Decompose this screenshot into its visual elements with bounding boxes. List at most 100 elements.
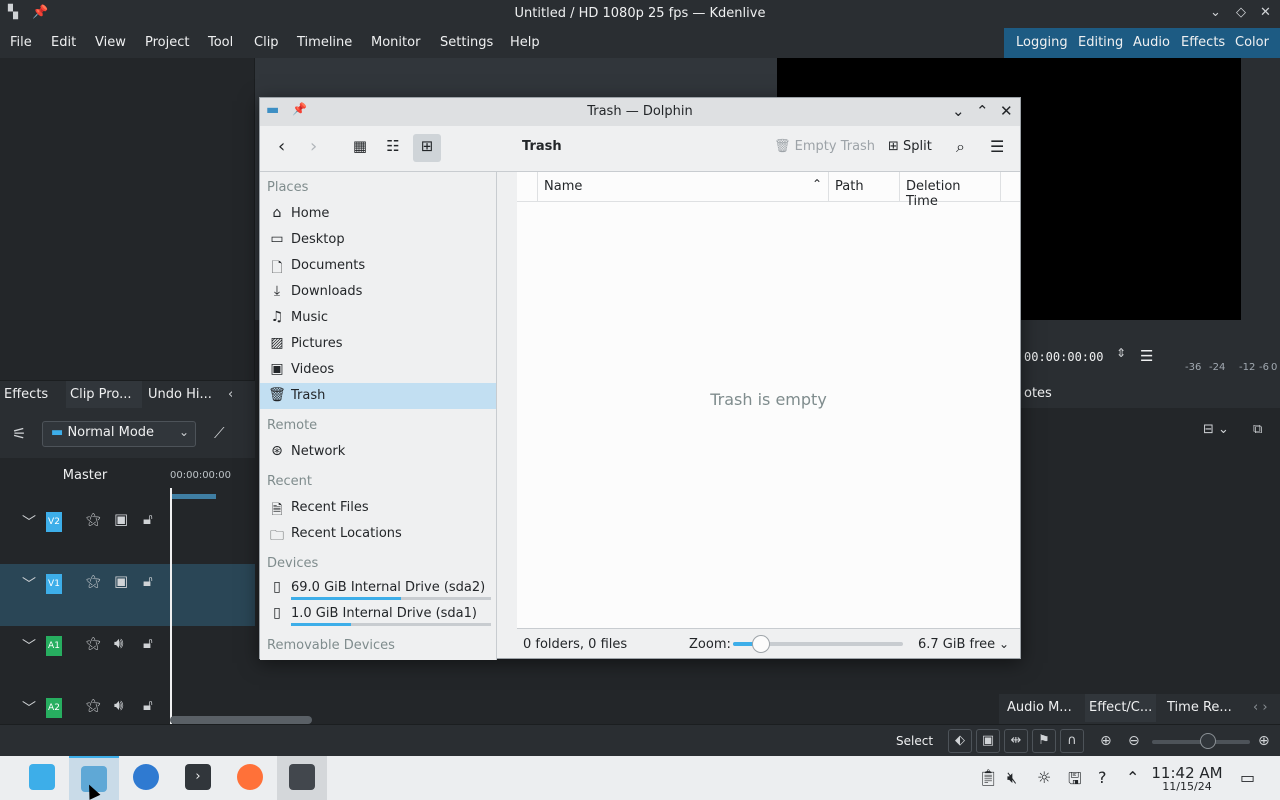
search-icon[interactable]: ⌕ — [952, 134, 969, 162]
menu-file[interactable]: File — [10, 35, 32, 50]
split-button[interactable]: ⊞ Split — [882, 134, 938, 162]
close-icon[interactable]: ✕ — [1260, 5, 1271, 20]
collapse-icon[interactable]: ﹀ — [22, 574, 36, 594]
monitor-menu-icon[interactable]: ☰ — [1140, 347, 1153, 365]
lock-icon[interactable]: 🔓︎ — [143, 510, 153, 528]
tray-expand-icon[interactable]: ⌃ — [1126, 768, 1139, 787]
empty-trash-button[interactable]: 🗑︎ Empty Trash — [768, 134, 881, 162]
forward-icon[interactable]: › — [306, 134, 321, 162]
effect-wand-icon[interactable]: ⚝ — [86, 572, 101, 590]
workspace-logging[interactable]: Logging — [1016, 35, 1068, 50]
menu-timeline[interactable]: Timeline — [297, 35, 352, 50]
zoom-handle[interactable] — [752, 635, 770, 653]
tab-time-remap[interactable]: Time Re... — [1163, 694, 1236, 722]
snap-magnet-icon[interactable]: ∩ — [1060, 729, 1084, 753]
effect-wand-icon[interactable]: ⚝ — [86, 696, 101, 714]
razor-tool-icon[interactable]: ⟋ — [214, 424, 225, 442]
tag-icon[interactable]: ⬖ — [948, 729, 972, 753]
place-documents[interactable]: 🗋 Documents — [260, 253, 496, 279]
place-videos[interactable]: ▣ Videos — [260, 357, 496, 383]
collapse-icon[interactable]: ﹀ — [22, 512, 36, 532]
dock-layout-icon[interactable]: ⊟ ⌄ — [1203, 422, 1229, 437]
film-icon[interactable]: ▣ — [976, 729, 1000, 753]
effect-wand-icon[interactable]: ⚝ — [86, 634, 101, 652]
tabs-scroll-icon[interactable]: ‹ › — [1249, 694, 1272, 722]
app-launcher[interactable] — [17, 756, 67, 800]
column-name[interactable]: Name ⌃ — [537, 172, 828, 202]
place-desktop[interactable]: ▭ Desktop — [260, 227, 496, 253]
zoom-in-icon[interactable]: ⊕ — [1258, 733, 1270, 749]
brightness-icon[interactable]: ☼ — [1037, 768, 1051, 787]
save-icon[interactable]: 🖫 — [1068, 768, 1082, 795]
menu-settings[interactable]: Settings — [440, 35, 493, 50]
column-path[interactable]: Path — [828, 172, 899, 202]
menu-view[interactable]: View — [95, 35, 126, 50]
timeline-scrollbar[interactable] — [170, 716, 312, 724]
place-music[interactable]: ♫ Music — [260, 305, 496, 331]
menu-clip[interactable]: Clip — [254, 35, 279, 50]
lock-icon[interactable]: 🔓︎ — [143, 696, 153, 714]
spacer-icon[interactable]: ⇹ — [1004, 729, 1028, 753]
device-sda2[interactable]: ▯ 69.0 GiB Internal Drive (sda2) — [260, 575, 496, 601]
effect-wand-icon[interactable]: ⚝ — [86, 510, 101, 528]
timeline-zoom-handle[interactable] — [1200, 733, 1216, 749]
menu-monitor[interactable]: Monitor — [371, 35, 420, 50]
taskbar-kdenlive[interactable] — [277, 756, 327, 800]
menu-help[interactable]: Help — [510, 35, 540, 50]
place-recent-files[interactable]: 🗎 Recent Files — [260, 495, 496, 521]
place-recent-locations[interactable]: 🗀 Recent Locations — [260, 521, 496, 547]
collapse-icon[interactable]: ﹀ — [22, 698, 36, 718]
workspace-editing[interactable]: Editing — [1078, 35, 1123, 50]
minimize-icon[interactable]: ⌄ — [1210, 5, 1221, 20]
tab-notes[interactable]: otes — [1020, 380, 1056, 408]
film-icon[interactable]: ▣ — [114, 510, 128, 528]
help-icon[interactable]: ? — [1098, 768, 1107, 787]
minimize-icon[interactable]: ⌄ — [952, 102, 965, 120]
zoom-fit-icon[interactable]: ⊕ — [1100, 733, 1112, 749]
track-v2[interactable]: ﹀ V2 ⚝ ▣ 🔓︎ — [0, 502, 255, 564]
free-space[interactable]: 6.7 GiB free — [918, 637, 995, 652]
workspace-audio[interactable]: Audio — [1133, 35, 1170, 50]
hamburger-menu-icon[interactable]: ☰ — [986, 134, 1008, 162]
compact-view-icon[interactable]: ☷ — [379, 134, 407, 162]
menu-tool[interactable]: Tool — [208, 35, 233, 50]
place-trash[interactable]: 🗑︎ Trash — [260, 383, 496, 409]
tab-audio-mixer[interactable]: Audio M... — [1003, 694, 1076, 722]
speaker-icon[interactable]: 🔊︎ — [114, 696, 123, 714]
tab-clip-properties[interactable]: Clip Pro... — [66, 381, 142, 409]
maximize-icon[interactable]: ◇ — [1236, 5, 1246, 20]
icons-view-icon[interactable]: ▦ — [346, 134, 374, 162]
track-v1[interactable]: ﹀ V1 ⚝ ▣ 🔓︎ — [0, 564, 255, 626]
track-a1[interactable]: ﹀ A1 ⚝ 🔊︎ 🔓︎ — [0, 626, 255, 688]
tab-undo-history[interactable]: Undo Hi... — [144, 381, 220, 409]
playhead[interactable] — [170, 488, 172, 724]
tabs-scroll-left-icon[interactable]: ‹ — [224, 381, 244, 409]
place-home[interactable]: ⌂ Home — [260, 201, 496, 227]
device-sda1[interactable]: ▯ 1.0 GiB Internal Drive (sda1) — [260, 601, 496, 627]
tab-effects[interactable]: Effects — [0, 381, 64, 409]
maximize-icon[interactable]: ⌃ — [976, 102, 989, 120]
timeline-ruler[interactable]: 00:00:00:00 — [170, 470, 255, 500]
menu-project[interactable]: Project — [145, 35, 189, 50]
place-downloads[interactable]: ⤓ Downloads — [260, 279, 496, 305]
tab-effect-composition[interactable]: Effect/C... — [1085, 694, 1157, 722]
workspace-effects[interactable]: Effects — [1181, 35, 1225, 50]
film-icon[interactable]: ▣ — [114, 572, 128, 590]
back-icon[interactable]: ‹ — [274, 134, 289, 162]
details-view-icon[interactable]: ⊞ — [413, 134, 441, 162]
taskbar-terminal[interactable]: › — [173, 756, 223, 800]
speaker-icon[interactable]: 🔊︎ — [114, 634, 123, 652]
collapse-icon[interactable]: ﹀ — [22, 636, 36, 656]
timecode-spinner-icon[interactable]: ⇕ — [1116, 346, 1126, 360]
column-deletion-time[interactable]: Deletion Time — [899, 172, 1000, 209]
lock-icon[interactable]: 🔓︎ — [143, 572, 153, 590]
taskbar-chromium[interactable] — [121, 756, 171, 800]
close-icon[interactable]: ✕ — [1000, 102, 1013, 120]
edit-mode-select[interactable]: ▬ Normal Mode ⌄ — [42, 421, 196, 447]
flag-icon[interactable]: ⚑ — [1032, 729, 1056, 753]
clock[interactable]: 11:42 AM 11/15/24 — [1150, 764, 1224, 793]
place-network[interactable]: ⊛ Network — [260, 439, 496, 465]
clipboard-icon[interactable]: 📋︎ — [978, 768, 998, 787]
chevron-down-icon[interactable]: ⌄ — [999, 637, 1009, 651]
dock-float-icon[interactable]: ⧉ — [1253, 422, 1262, 437]
